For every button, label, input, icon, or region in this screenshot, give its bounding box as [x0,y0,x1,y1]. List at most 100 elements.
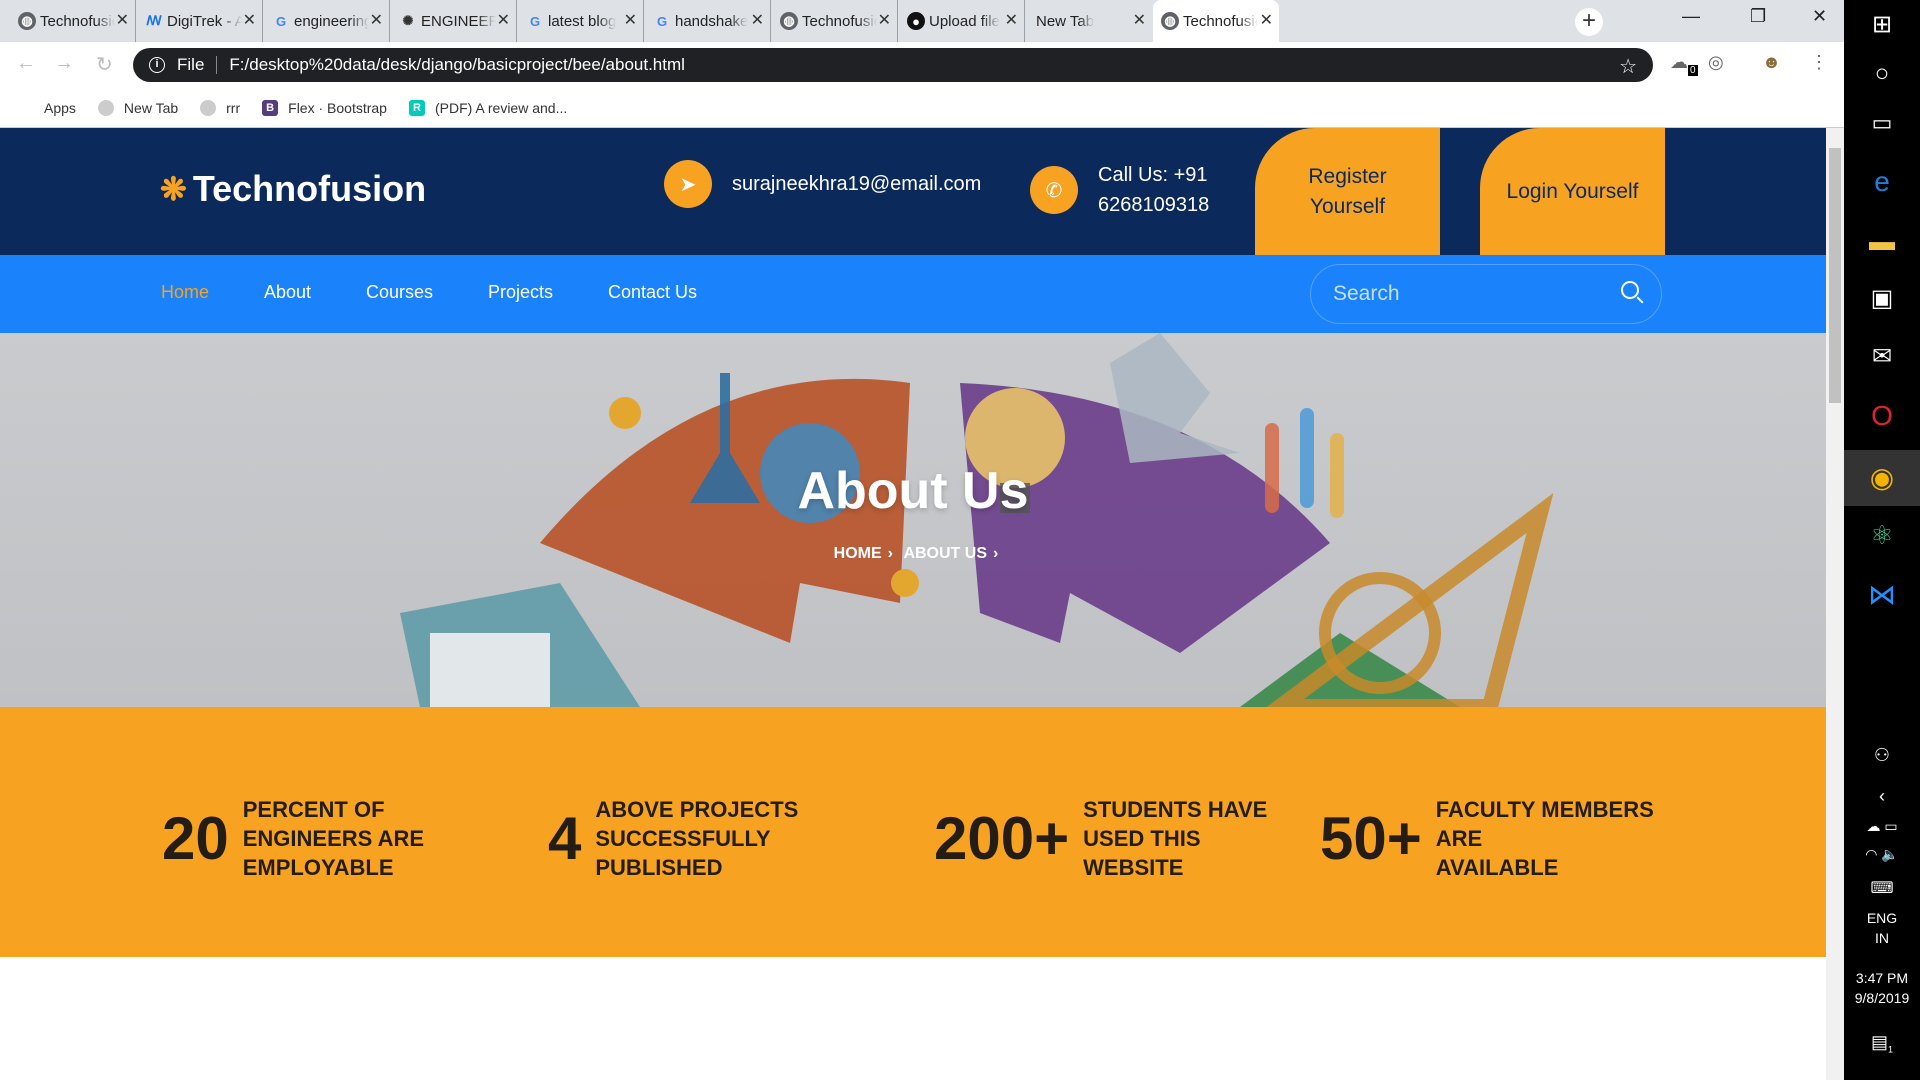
stats-section: 20 PERCENT OF ENGINEERS ARE EMPLOYABLE 4… [0,707,1826,957]
info-icon[interactable]: i [149,57,165,73]
bookmark-apps[interactable]: Apps [18,100,76,116]
cortana-icon[interactable]: ○ [1844,60,1920,88]
close-icon[interactable]: ✕ [751,10,764,30]
clock[interactable]: 3:47 PM 9/8/2019 [1844,970,1920,1006]
search-icon[interactable] [1621,281,1639,299]
tab-new-tab[interactable]: New Tab ✕ [1026,0,1152,42]
nav-projects[interactable]: Projects [488,282,553,303]
phone-contact[interactable]: ✆ Call Us: +91 6268109318 [1030,160,1209,220]
stat-label: ABOVE PROJECTS SUCCESSFULLY PUBLISHED [595,797,799,880]
close-icon[interactable]: ✕ [243,10,256,30]
keyboard-icon[interactable]: ⌨ [1844,878,1920,898]
tab-latest-blog[interactable]: G latest blog ✕ [518,0,644,42]
restore-icon[interactable]: ❐ [1750,6,1766,27]
nav-courses[interactable]: Courses [366,282,433,303]
vscode-icon[interactable]: ⋈ [1844,578,1920,611]
url-text[interactable]: F:/desktop%20data/desk/django/basicproje… [229,55,685,75]
phone-text: Call Us: +91 6268109318 [1098,164,1210,216]
stat-label: FACULTY MEMBERS ARE AVAILABLE [1435,797,1654,880]
notification-count: 1 [1888,1044,1894,1055]
google-icon: G [529,13,541,29]
globe-icon: ◍ [18,12,36,30]
email-contact[interactable]: ➤ surajneekhra19@email.com [664,160,981,208]
action-center-icon[interactable]: ▤1 [1844,1032,1920,1055]
chevron-up-icon[interactable]: ‹ [1844,786,1920,807]
login-button[interactable]: Login Yourself [1480,128,1665,255]
wifi-volume-icons[interactable]: ◠ 🔈 [1844,846,1920,863]
extension-icon[interactable]: ☁ 0 [1670,52,1698,76]
onedrive-battery-icons[interactable]: ☁ ▭ [1844,818,1920,835]
tab-technofusion-active[interactable]: ◍ Technofusion ✕ [1153,0,1279,42]
close-icon[interactable]: ✕ [878,10,891,30]
page-title: About Us [797,462,1029,520]
window-close-icon[interactable]: ✕ [1812,6,1827,27]
nav-about[interactable]: About [264,282,311,303]
tab-engineering[interactable]: G engineering ✕ [264,0,390,42]
atom-icon[interactable]: ⚛ [1844,520,1920,551]
stat-number: 4 [548,804,582,872]
close-icon[interactable]: ✕ [1260,10,1273,30]
bookmark-new-tab[interactable]: New Tab [97,99,178,116]
google-icon: G [275,13,287,29]
tab-technofusion-2[interactable]: ◍ Technofusion ✕ [772,0,898,42]
file-explorer-icon[interactable]: ▬ [1844,226,1920,257]
vertical-scrollbar[interactable] [1826,128,1844,1080]
breadcrumb-home[interactable]: HOME [834,545,882,562]
edge-icon[interactable]: e [1844,166,1920,198]
reload-icon[interactable]: ↻ [96,52,113,77]
register-button[interactable]: Register Yourself [1255,128,1440,255]
people-icon[interactable]: ⚇ [1844,745,1920,766]
stat-students: 200+ STUDENTS HAVE USED THIS WEBSITE [934,795,1267,882]
extension-icon-2[interactable]: ◎ [1708,52,1724,73]
phone-icon: ✆ [1030,166,1078,214]
stat-number: 20 [162,804,229,872]
stat-projects: 4 ABOVE PROJECTS SUCCESSFULLY PUBLISHED [548,795,798,882]
site-logo[interactable]: ❋ Technofusion [160,168,426,210]
chrome-icon[interactable]: ◉ [1844,450,1920,506]
new-tab-button[interactable]: + [1575,8,1603,36]
nav-home[interactable]: Home [161,282,209,303]
star-icon[interactable]: ☆ [1619,54,1637,79]
main-navigation: Home About Courses Projects Contact Us S… [0,255,1826,333]
close-icon[interactable]: ✕ [1133,10,1146,30]
back-icon[interactable]: ← [16,52,36,75]
bookmark-pdf-review[interactable]: R (PDF) A review and... [408,99,567,116]
bookmark-rrr[interactable]: rrr [200,99,240,116]
mail-icon[interactable]: ✉ [1844,342,1920,371]
send-icon: ➤ [664,160,712,208]
store-icon[interactable]: ▣ [1844,284,1920,313]
menu-kebab-icon[interactable]: ⋮ [1810,52,1828,73]
address-bar[interactable]: i File F:/desktop%20data/desk/django/bas… [133,48,1653,82]
paper-sheet [430,633,550,707]
stat-number: 200+ [934,804,1070,872]
stat-label: PERCENT OF ENGINEERS ARE EMPLOYABLE [242,797,425,880]
close-icon[interactable]: ✕ [497,10,510,30]
bookmark-flex-bootstrap[interactable]: B Flex · Bootstrap [262,99,387,116]
task-view-icon[interactable]: ▭ [1844,110,1920,136]
close-icon[interactable]: ✕ [370,10,383,30]
forward-icon[interactable]: → [54,52,74,75]
scrollbar-thumb[interactable] [1829,148,1841,403]
opera-icon[interactable]: O [1844,400,1920,432]
web-page: ❋ Technofusion ➤ surajneekhra19@email.co… [0,128,1826,1080]
browser-toolbar: ← → ↻ i File F:/desktop%20data/desk/djan… [0,42,1844,88]
language-indicator[interactable]: ENG IN [1844,910,1920,946]
profile-avatar[interactable]: ☻ [1762,52,1781,73]
tab-strip: ◍ Technofusion ✕ ꟿ DigiTrek - A ✕ G engi… [0,0,1844,42]
tab-technofusion-1[interactable]: ◍ Technofusion ✕ [10,0,136,42]
minimize-icon[interactable]: — [1682,6,1700,27]
nav-contact-us[interactable]: Contact Us [608,282,697,303]
close-icon[interactable]: ✕ [624,10,637,30]
tab-digitrek[interactable]: ꟿ DigiTrek - A ✕ [137,0,263,42]
tab-upload-file[interactable]: ● Upload file ✕ [899,0,1025,42]
windows-start-icon[interactable]: ⊞ [1844,10,1920,39]
close-icon[interactable]: ✕ [1005,10,1018,30]
bookmarks-bar: Apps New Tab rrr B Flex · Bootstrap R (P… [0,88,1844,128]
page-icon [97,99,114,116]
tab-engineering-caps[interactable]: ✺ ENGINEERING ✕ [391,0,517,42]
tab-handshake[interactable]: G handshake ✕ [645,0,771,42]
search-input[interactable]: Search [1310,264,1662,324]
researchgate-icon: R [408,99,425,116]
email-text: surajneekhra19@email.com [732,172,982,195]
close-icon[interactable]: ✕ [116,10,129,30]
